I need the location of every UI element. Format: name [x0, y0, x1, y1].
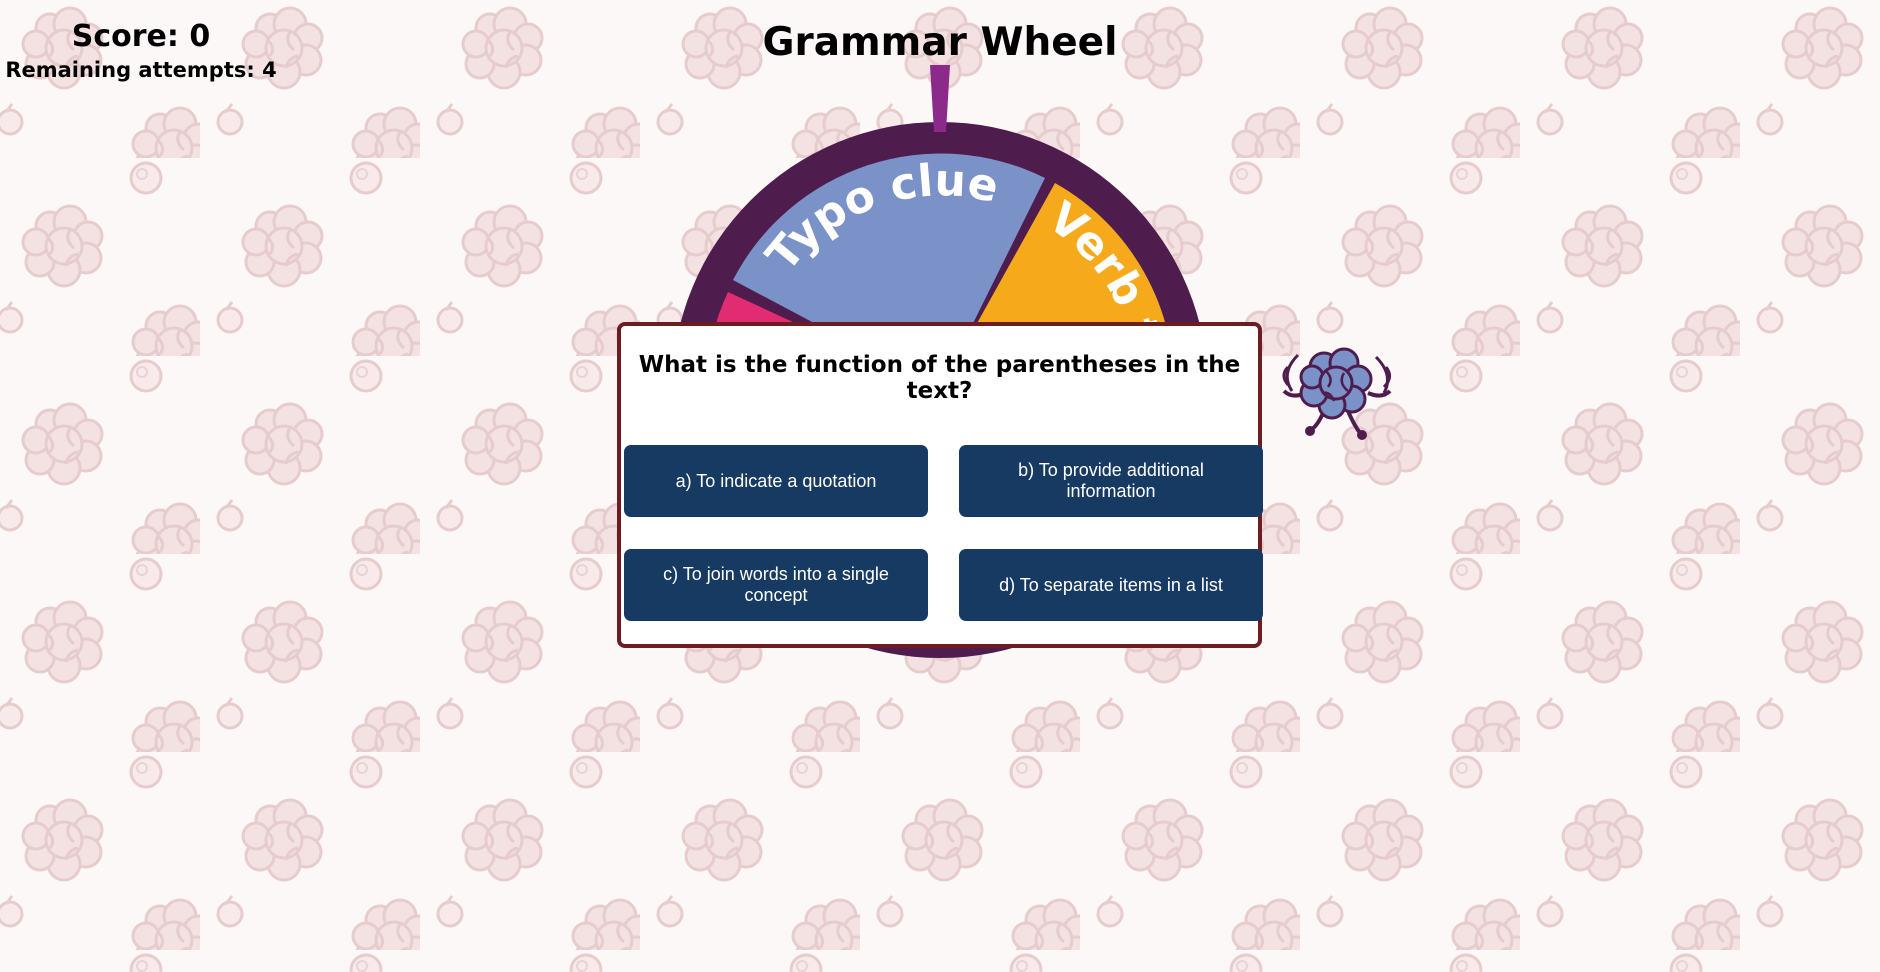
wheel-pointer — [930, 65, 950, 132]
score-display: Score: 0 — [71, 19, 211, 54]
remaining-attempts: Remaining attempts: 4 — [5, 58, 277, 82]
answer-button-d[interactable]: d) To separate items in a list — [959, 549, 1263, 621]
answer-button-b[interactable]: b) To provide additional information — [959, 445, 1263, 517]
answer-button-c[interactable]: c) To join words into a single concept — [624, 549, 928, 621]
hud: Score: 0 Remaining attempts: 4 — [0, 18, 282, 84]
brain-mascot — [1282, 347, 1392, 440]
question-text: What is the function of the parentheses … — [638, 352, 1241, 404]
question-dialog: What is the function of the parentheses … — [617, 322, 1263, 648]
answer-button-a[interactable]: a) To indicate a quotation — [624, 445, 928, 517]
